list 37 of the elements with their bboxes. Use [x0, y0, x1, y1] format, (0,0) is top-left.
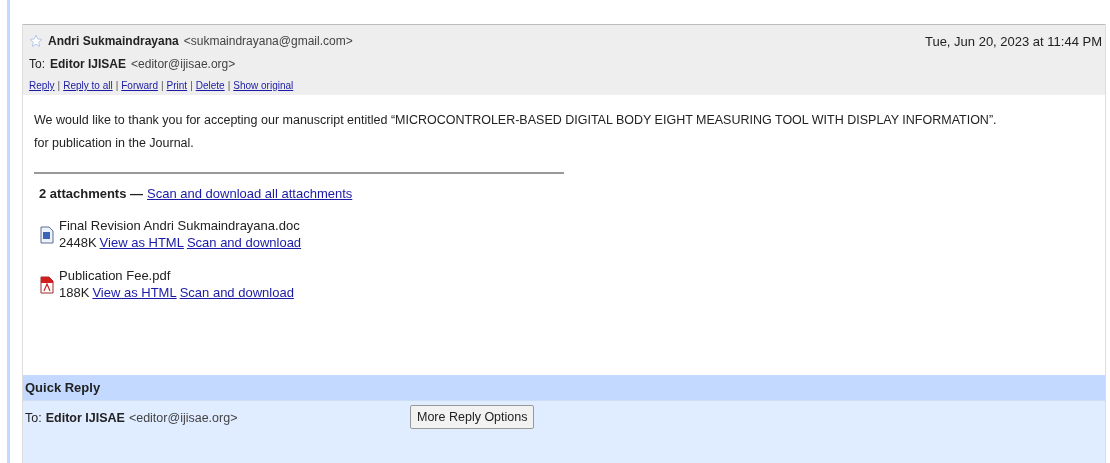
recipient-email: <editor@ijisae.org> [131, 57, 236, 71]
attachment-size: 2448K [59, 234, 97, 251]
attachment-link[interactable]: Scan and download [186, 234, 302, 251]
download-all-link[interactable]: Scan and download all attachments [147, 186, 353, 201]
action-link[interactable]: Delete [195, 80, 225, 91]
action-link[interactable]: Reply [29, 80, 55, 91]
document-icon [40, 226, 54, 244]
attachment-name: Publication Fee.pdf [59, 267, 172, 284]
action-link[interactable]: Reply to all [63, 80, 113, 91]
action-link[interactable]: Forward [121, 80, 158, 91]
recipient-name: Editor IJISAE [50, 57, 127, 71]
to-label: To: [25, 411, 42, 425]
quick-reply-title: Quick Reply [25, 380, 101, 395]
action-link[interactable]: Print [166, 80, 188, 91]
pdf-icon [40, 276, 54, 294]
sender-name: Andri Sukmaindrayana [48, 34, 179, 48]
star-icon[interactable] [29, 34, 43, 48]
attachment-name: Final Revision Andri Sukmaindrayana.doc [59, 217, 301, 234]
separator: | [115, 80, 119, 91]
sender-email: <sukmaindrayana@gmail.com> [183, 34, 353, 48]
attachment-link[interactable]: View as HTML [99, 234, 184, 251]
separator: | [57, 80, 61, 91]
attachment-size: 188K [59, 284, 90, 301]
attachment-link[interactable]: Scan and download [179, 284, 294, 301]
more-reply-options-button[interactable]: More Reply Options [410, 405, 535, 429]
attachment-count: 2 attachments — [39, 186, 144, 201]
to-label: To: [29, 57, 45, 71]
recipient-email: <editor@ijisae.org> [128, 411, 238, 425]
attachment-link[interactable]: View as HTML [92, 284, 177, 301]
separator: | [227, 80, 231, 91]
recipient-name: Editor IJISAE [45, 411, 125, 425]
message-text: for publication in the Journal. [34, 135, 195, 152]
action-link[interactable]: Show original [233, 80, 294, 91]
message-date: Tue, Jun 20, 2023 at 11:44 PM [924, 33, 1103, 49]
separator: | [190, 80, 193, 91]
separator: | [160, 80, 164, 91]
message-text: We would like to thank you for accepting our manuscript entitled “MICROCONTROLER-BASED DIGITAL BODY EIGHT MEASURING TOOL WITH DISPLAY INFORMATION”. [34, 112, 998, 129]
